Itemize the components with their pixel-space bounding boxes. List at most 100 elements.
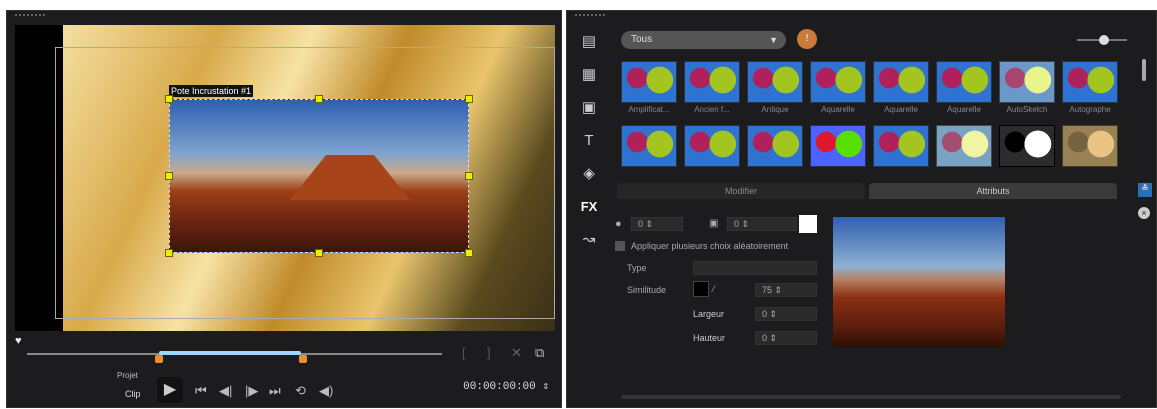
resize-handle[interactable] [165,249,173,257]
clip-mode[interactable]: Clip [125,389,141,400]
similarity-value[interactable]: 75 [762,285,772,295]
filter-thumbnails: Amplificat... Ancien f... Antique Aquarelle… [621,61,1131,189]
border-color-swatch[interactable] [799,215,817,233]
filter-thumbnail[interactable]: Aquarelle [873,61,929,125]
filter-thumbnail[interactable]: Autographe [1062,61,1118,125]
panel-grip[interactable] [575,14,605,17]
similarity-spinner[interactable]: 75 ⇕ [755,283,817,297]
filter-thumbnail[interactable]: Antique [747,61,803,125]
border-spinner[interactable]: 0 ⇕ [727,217,797,231]
filter-preview-image [1062,61,1118,103]
filter-thumbnail[interactable]: Ancien f... [684,61,740,125]
filter-preview-image [621,61,677,103]
filter-thumbnail[interactable]: Aquarelle [810,61,866,125]
filter-preview-image [999,125,1055,167]
repeat-icon[interactable]: ⟲ [295,383,306,399]
resize-handle[interactable] [315,95,323,103]
end-icon[interactable]: ⏭ [269,383,281,399]
next-frame-icon[interactable]: |▶ [245,383,258,399]
filter-label: Aquarelle [884,105,918,114]
type-label: Type [627,263,647,273]
player-panel: Pote Incrustation #1 ♥ [ ] ✕ ⧉ Projet Cl… [6,10,562,408]
filter-thumbnail[interactable] [747,125,803,189]
overlay-clip-label: Pote Incrustation #1 [169,85,254,97]
mark-in-button[interactable]: [ [462,345,466,361]
filter-preview-image [936,61,992,103]
filter-preview-image [999,61,1055,103]
width-label: Largeur [693,309,725,319]
close-options-icon[interactable]: × [1138,207,1150,219]
side-buttons: ≚ × [1138,183,1152,219]
mark-out-button[interactable]: ] [487,345,491,361]
filter-thumbnail[interactable]: Aquarelle [936,61,992,125]
apply-checkbox[interactable] [615,241,625,251]
type-dropdown[interactable] [693,261,817,275]
resize-handle[interactable] [165,95,173,103]
filter-thumbnail[interactable] [873,125,929,189]
height-value[interactable]: 0 [762,333,767,343]
resize-handle[interactable] [465,172,473,180]
volume-icon[interactable]: ◀) [319,383,333,399]
resize-handle[interactable] [315,249,323,257]
filter-thumbnail[interactable] [1062,125,1118,189]
filter-label: AutoSketch [1006,105,1048,114]
overlay-clip[interactable] [169,99,469,253]
border-value[interactable]: 0 [734,219,739,229]
path-icon[interactable]: ↝ [573,223,605,256]
fx-icon[interactable]: FX [573,190,605,223]
play-button[interactable]: ▶ [157,377,183,403]
transition-icon[interactable]: ▣ [573,91,605,124]
thumbnail-size-slider[interactable] [1077,35,1127,45]
filter-thumbnail[interactable] [936,125,992,189]
eyedropper-icon[interactable]: ⁄ [713,283,715,295]
filter-thumbnail[interactable] [621,125,677,189]
media-icon[interactable]: ▤ [573,25,605,58]
filter-preview-image [747,125,803,167]
tab-attributes[interactable]: Attributs [869,183,1117,199]
category-dropdown[interactable]: Tous ▼ [621,31,786,49]
filter-thumbnail[interactable]: AutoSketch [999,61,1055,125]
width-value[interactable]: 0 [762,309,767,319]
width-spinner[interactable]: 0 ⇕ [755,307,817,321]
slider-thumb[interactable] [1099,35,1109,45]
key-color-swatch[interactable] [693,281,709,297]
library-category-bar: ▤ ▦ ▣ T ◈ FX ↝ [573,25,605,256]
resize-handle[interactable] [165,172,173,180]
previous-frame-icon[interactable]: ◀| [219,383,232,399]
mark-in-handle[interactable] [155,355,163,363]
home-icon[interactable]: ⏮ [195,383,207,399]
timecode-spinner-icon[interactable]: ⇕ [542,381,549,393]
playback-controls: ♥ [ ] ✕ ⧉ Projet Clip ▶ ⏮ ◀| |▶ ⏭ ⟲ ◀) 0… [7,333,563,409]
mask-value[interactable]: 0 [638,219,643,229]
filter-preview-image [684,61,740,103]
thumbnail-row: Amplificat... Ancien f... Antique Aquarelle… [621,61,1131,125]
timecode-value[interactable]: 00:00:00:00 [463,381,536,393]
enlarge-icon[interactable]: ⧉ [535,345,544,361]
instant-project-icon[interactable]: ▦ [573,58,605,91]
resize-handle[interactable] [465,249,473,257]
thumbnail-row [621,125,1131,189]
scrubber-handle-icon[interactable]: ♥ [15,335,22,348]
graphic-icon[interactable]: ◈ [573,157,605,190]
filter-thumbnail[interactable] [810,125,866,189]
filter-thumbnail[interactable] [999,125,1055,189]
mark-out-handle[interactable] [299,355,307,363]
filter-label: Antique [761,105,789,114]
collapse-icon[interactable]: ≚ [1138,183,1152,197]
project-mode[interactable]: Projet [117,371,138,381]
panel-grip[interactable] [15,14,45,17]
title-icon[interactable]: T [573,124,605,157]
filter-preview-image [1062,125,1118,167]
options-tabs: Modifier Attributs [617,183,1119,199]
filter-thumbnail[interactable]: Amplificat... [621,61,677,125]
tab-modify[interactable]: Modifier [617,183,865,199]
resize-handle[interactable] [465,95,473,103]
filter-thumbnail[interactable] [684,125,740,189]
mask-spinner[interactable]: 0 ⇕ [631,217,683,231]
height-spinner[interactable]: 0 ⇕ [755,331,817,345]
timecode[interactable]: 00:00:00:00 ⇕ [463,379,549,393]
get-more-icon[interactable]: ! [797,29,817,49]
library-scrollbar[interactable] [1142,59,1146,81]
horizontal-scrollbar[interactable] [621,395,1121,399]
split-icon[interactable]: ✕ [511,345,522,361]
